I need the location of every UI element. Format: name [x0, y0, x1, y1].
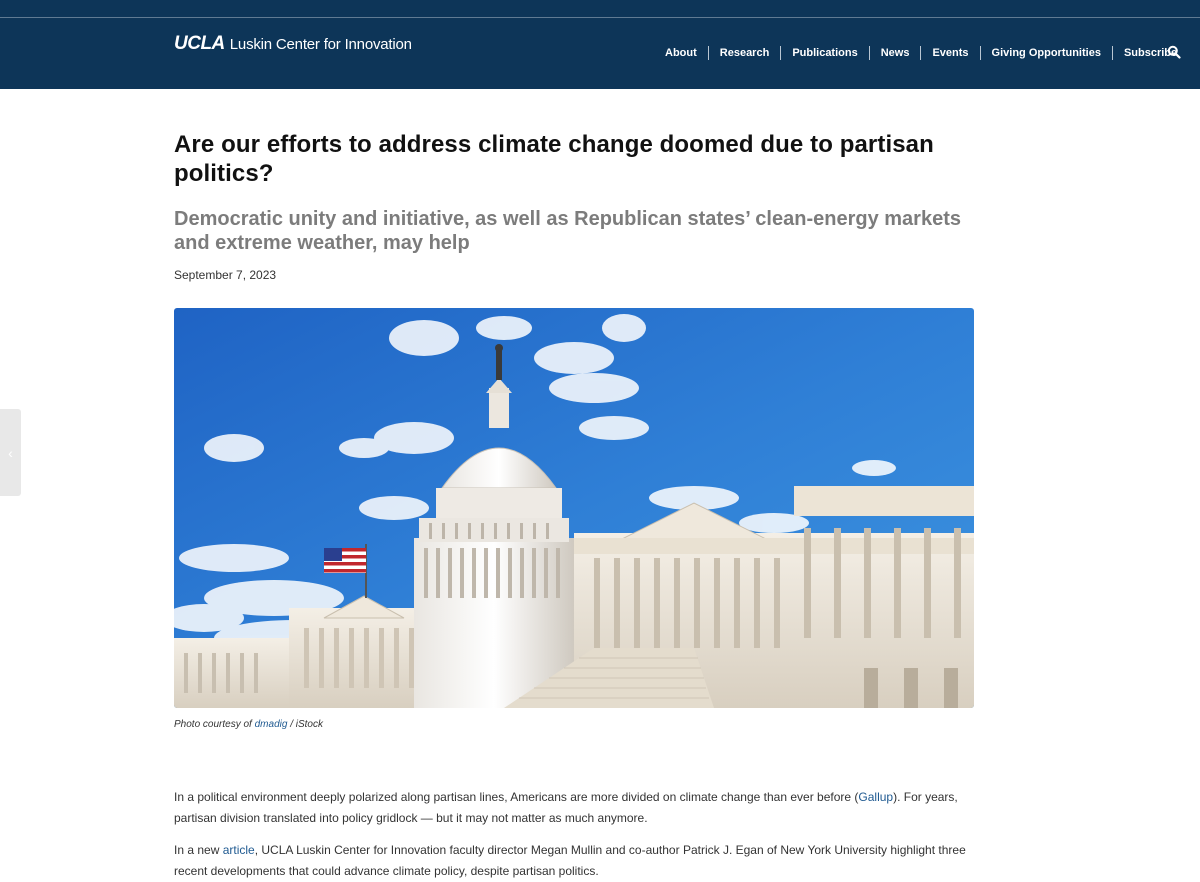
nav-events[interactable]: Events [921, 46, 981, 60]
caption-prefix: Photo courtesy of [174, 719, 255, 730]
article-paragraph-2: In a new article, UCLA Luskin Center for… [174, 840, 974, 882]
nav-news[interactable]: News [870, 46, 922, 60]
hero-image-capitol [174, 308, 974, 708]
article-link[interactable]: article [223, 843, 255, 857]
paragraph-1-text-a: In a political environment deeply polari… [174, 790, 859, 804]
nav-about[interactable]: About [660, 46, 709, 60]
nav-publications[interactable]: Publications [781, 46, 870, 60]
article-date: September 7, 2023 [174, 268, 277, 282]
article-title: Are our efforts to address climate chang… [174, 131, 934, 187]
main-nav: About Research Publications News Events … [660, 45, 1200, 61]
nav-research[interactable]: Research [709, 46, 782, 60]
site-header: UCLA Luskin Center for Innovation About … [0, 0, 1200, 89]
nav-giving-opportunities[interactable]: Giving Opportunities [981, 46, 1113, 60]
caption-suffix: / iStock [287, 719, 323, 730]
site-logo[interactable]: UCLA Luskin Center for Innovation [174, 33, 412, 55]
previous-post-tab[interactable]: ‹ [0, 409, 21, 496]
header-divider [0, 17, 1200, 18]
article-subtitle: Democratic unity and initiative, as well… [174, 208, 961, 254]
image-caption: Photo courtesy of dmadig / iStock [174, 719, 323, 730]
article-paragraph-1: In a political environment deeply polari… [174, 787, 974, 829]
chevron-left-icon: ‹ [8, 444, 13, 461]
paragraph-2-text-b: , UCLA Luskin Center for Innovation facu… [174, 843, 966, 878]
paragraph-2-text-a: In a new [174, 843, 223, 857]
gallup-link[interactable]: Gallup [858, 790, 893, 804]
caption-photographer-link[interactable]: dmadig [255, 719, 288, 730]
article: Are our efforts to address climate chang… [174, 89, 974, 878]
logo-ucla-wordmark: UCLA [174, 33, 225, 54]
search-icon[interactable] [1167, 45, 1181, 59]
logo-center-name: Luskin Center for Innovation [229, 36, 412, 53]
